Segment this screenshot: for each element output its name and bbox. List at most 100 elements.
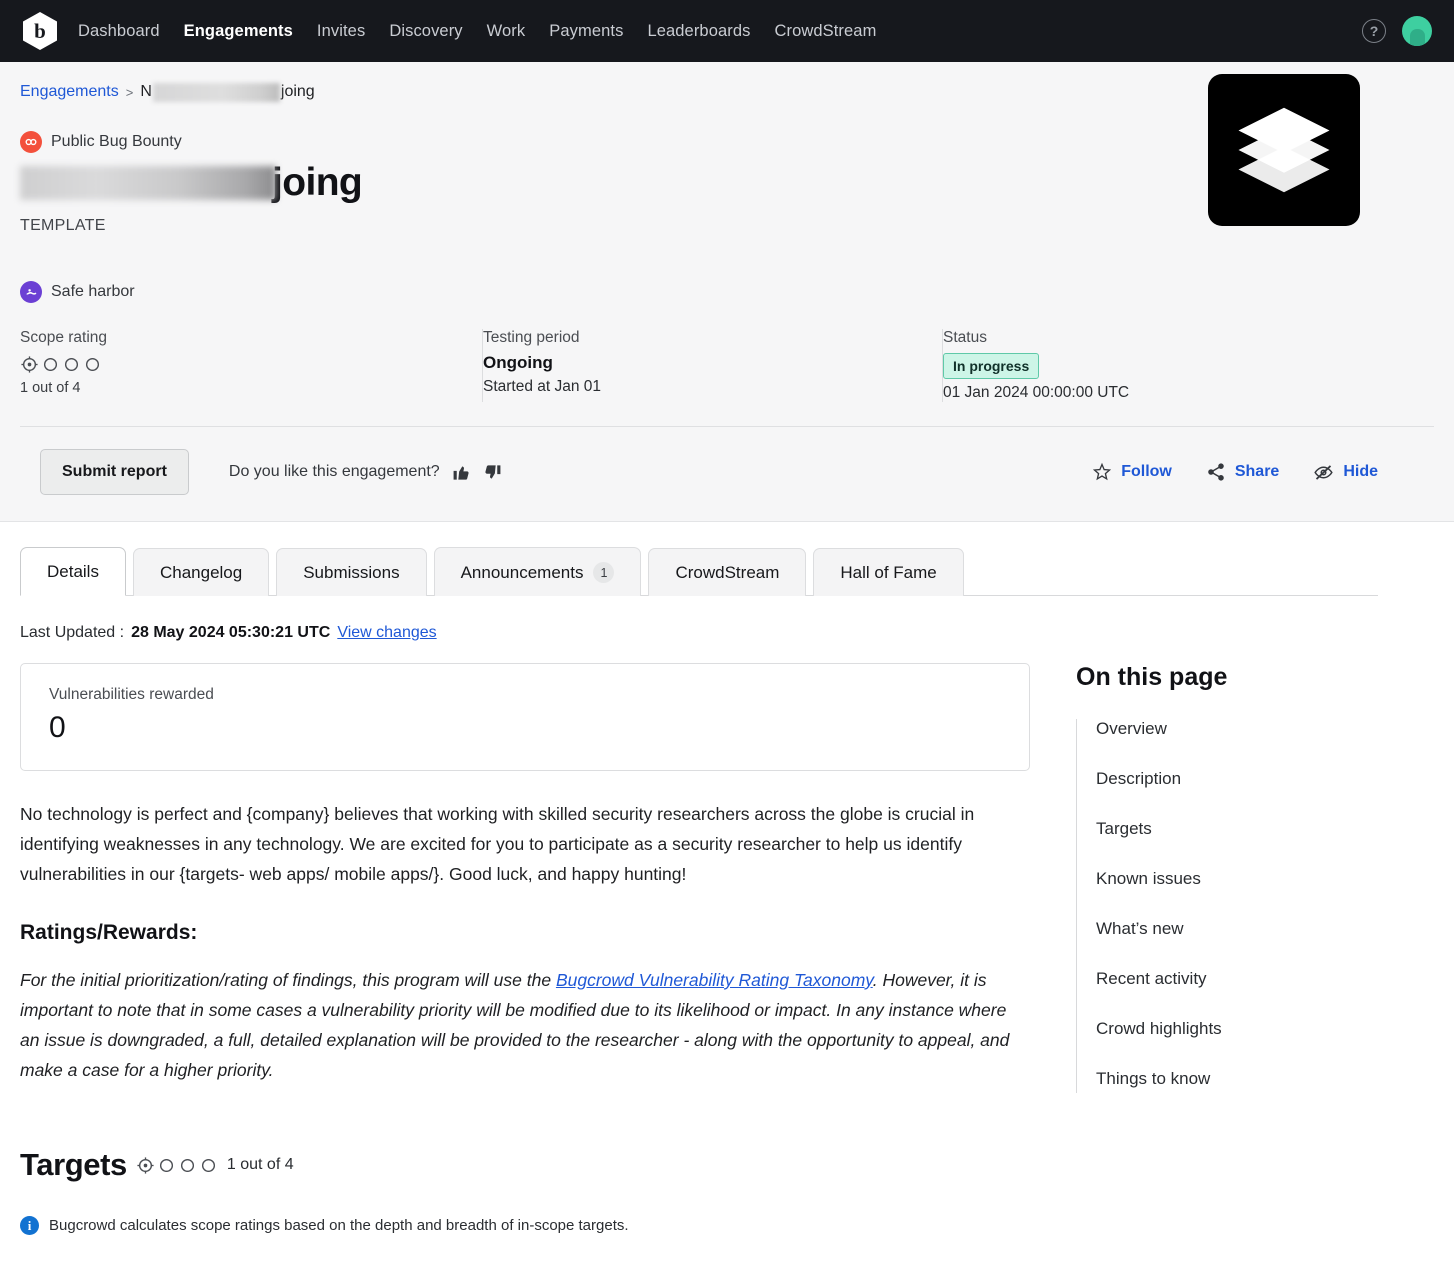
nav-links: Dashboard Engagements Invites Discovery … <box>78 22 876 41</box>
like-engagement-group: Do you like this engagement? <box>229 463 502 482</box>
last-updated-label: Last Updated : <box>20 624 125 641</box>
ratings-rewards-heading: Ratings/Rewards: <box>20 921 198 944</box>
engagement-tabs-wrap: Details Changelog Submissions Announceme… <box>0 522 1454 596</box>
tab-details[interactable]: Details <box>20 547 126 596</box>
breadcrumb-separator: > <box>125 84 134 100</box>
vulnerabilities-rewarded-value: 0 <box>49 711 66 744</box>
targets-scope-target-icon <box>136 1154 218 1176</box>
engagement-action-links: Follow Share Hide <box>1092 462 1378 483</box>
tab-crowdstream[interactable]: CrowdStream <box>648 548 807 596</box>
safe-harbor-label: Safe harbor <box>51 283 135 300</box>
stat-testing-period: Testing period Ongoing Started at Jan 01 <box>482 329 942 402</box>
on-this-page-item-crowd-highlights[interactable]: Crowd highlights <box>1096 1019 1416 1069</box>
user-avatar[interactable] <box>1402 16 1432 46</box>
status-timestamp: 01 Jan 2024 00:00:00 UTC <box>943 384 1130 401</box>
testing-period-value: Ongoing <box>483 353 553 372</box>
engagement-action-bar: Submit report Do you like this engagemen… <box>20 427 1434 521</box>
status-label: Status <box>943 329 987 346</box>
bugcrowd-logo-icon[interactable]: b <box>18 9 62 53</box>
on-this-page-item-overview[interactable]: Overview <box>1096 719 1416 769</box>
nav-right-group: ? <box>1362 0 1432 62</box>
thumbs-up-icon[interactable] <box>452 463 471 482</box>
breadcrumb-current-prefix: N <box>140 83 152 100</box>
tab-announcements-label: Announcements <box>460 562 584 582</box>
main-column: Vulnerabilities rewarded 0 No technology… <box>20 663 1030 1093</box>
targets-title: Targets <box>20 1147 127 1182</box>
on-this-page-item-things-to-know[interactable]: Things to know <box>1096 1069 1416 1093</box>
nav-link-work[interactable]: Work <box>487 22 526 41</box>
follow-label: Follow <box>1121 463 1172 480</box>
thumbs-down-icon[interactable] <box>483 463 502 482</box>
engagement-stats: Scope rating 1 out of 4 Testing period O… <box>20 329 1434 424</box>
safe-harbor-shield-icon <box>20 281 42 303</box>
tab-details-label: Details <box>47 562 99 581</box>
nav-link-leaderboards[interactable]: Leaderboards <box>647 22 750 41</box>
on-this-page-title: On this page <box>1076 663 1228 691</box>
breadcrumb-engagements-link[interactable]: Engagements <box>20 83 119 101</box>
tab-changelog[interactable]: Changelog <box>132 548 270 596</box>
nav-link-discovery[interactable]: Discovery <box>389 22 462 41</box>
on-this-page-item-description[interactable]: Description <box>1096 769 1416 819</box>
scope-rating-value: 1 out of 4 <box>20 380 81 396</box>
breadcrumb-current: Njoing <box>140 82 315 102</box>
safe-harbor-badge: Safe harbor <box>20 281 1434 303</box>
share-button[interactable]: Share <box>1206 462 1279 482</box>
tab-crowdstream-label: CrowdStream <box>675 563 780 582</box>
last-updated: Last Updated : 28 May 2024 05:30:21 UTC … <box>20 624 1434 642</box>
help-circle-icon[interactable]: ? <box>1362 19 1386 43</box>
targets-info-note: i Bugcrowd calculates scope ratings base… <box>20 1216 1434 1235</box>
star-outline-icon <box>1093 462 1112 481</box>
tab-hall-of-fame[interactable]: Hall of Fame <box>813 548 964 596</box>
submit-report-button[interactable]: Submit report <box>40 449 189 495</box>
page-title-suffix: joing <box>272 161 363 204</box>
view-changes-link[interactable]: View changes <box>337 624 436 642</box>
on-this-page-item-targets[interactable]: Targets <box>1096 819 1416 869</box>
nav-link-payments[interactable]: Payments <box>549 22 623 41</box>
stat-scope-rating: Scope rating 1 out of 4 <box>20 329 482 402</box>
tab-hall-of-fame-label: Hall of Fame <box>840 563 937 582</box>
tab-announcements-count: 1 <box>593 562 615 583</box>
engagement-tabs: Details Changelog Submissions Announceme… <box>20 546 1378 596</box>
testing-period-start: Started at Jan 01 <box>483 378 602 395</box>
scope-target-icon <box>20 353 482 375</box>
top-navigation-bar: b Dashboard Engagements Invites Discover… <box>0 0 1454 62</box>
stat-status: Status In progress 01 Jan 2024 00:00:00 … <box>942 329 1129 402</box>
targets-count-text: 1 out of 4 <box>226 1156 294 1173</box>
nav-link-invites[interactable]: Invites <box>317 22 365 41</box>
title-redaction <box>20 166 276 200</box>
tab-announcements[interactable]: Announcements 1 <box>433 547 642 596</box>
on-this-page-list: Overview Description Targets Known issue… <box>1076 719 1416 1093</box>
ratings-text-before: For the initial prioritization/rating of… <box>20 970 556 990</box>
program-logo <box>1208 74 1360 226</box>
tab-changelog-label: Changelog <box>159 563 243 582</box>
testing-period-label: Testing period <box>483 329 580 346</box>
on-this-page-item-known-issues[interactable]: Known issues <box>1096 869 1416 919</box>
targets-note-text: Bugcrowd calculates scope ratings based … <box>49 1217 629 1234</box>
on-this-page-item-whats-new[interactable]: What’s new <box>1096 919 1416 969</box>
on-this-page-item-recent-activity[interactable]: Recent activity <box>1096 969 1416 1019</box>
share-icon <box>1208 463 1224 481</box>
scope-rating-label: Scope rating <box>20 329 108 346</box>
targets-section-header: Targets 1 out of 4 <box>20 1147 1434 1183</box>
nav-link-engagements[interactable]: Engagements <box>184 22 293 41</box>
like-question-label: Do you like this engagement? <box>228 463 440 480</box>
hide-button[interactable]: Hide <box>1313 462 1378 483</box>
breadcrumb-current-suffix: joing <box>280 83 315 100</box>
vrt-link[interactable]: Bugcrowd Vulnerability Rating Taxonomy <box>556 970 873 990</box>
eye-slash-icon <box>1314 464 1334 480</box>
content-columns: Vulnerabilities rewarded 0 No technology… <box>20 663 1434 1093</box>
vulnerabilities-rewarded-card: Vulnerabilities rewarded 0 <box>20 663 1030 771</box>
follow-button[interactable]: Follow <box>1092 462 1172 482</box>
tab-submissions-label: Submissions <box>303 563 400 582</box>
tab-submissions[interactable]: Submissions <box>276 548 427 596</box>
nav-link-crowdstream[interactable]: CrowdStream <box>774 22 876 41</box>
hide-label: Hide <box>1343 463 1378 480</box>
intro-paragraph: No technology is perfect and {company} b… <box>20 804 975 884</box>
last-updated-value: 28 May 2024 05:30:21 UTC <box>131 624 331 641</box>
engagement-content: Last Updated : 28 May 2024 05:30:21 UTC … <box>0 624 1454 1235</box>
program-type-label: Public Bug Bounty <box>51 133 182 150</box>
bug-bounty-icon <box>20 131 42 153</box>
svg-text:b: b <box>34 19 46 43</box>
on-this-page-sidebar: On this page Overview Description Target… <box>1076 663 1416 1093</box>
nav-link-dashboard[interactable]: Dashboard <box>78 22 160 41</box>
